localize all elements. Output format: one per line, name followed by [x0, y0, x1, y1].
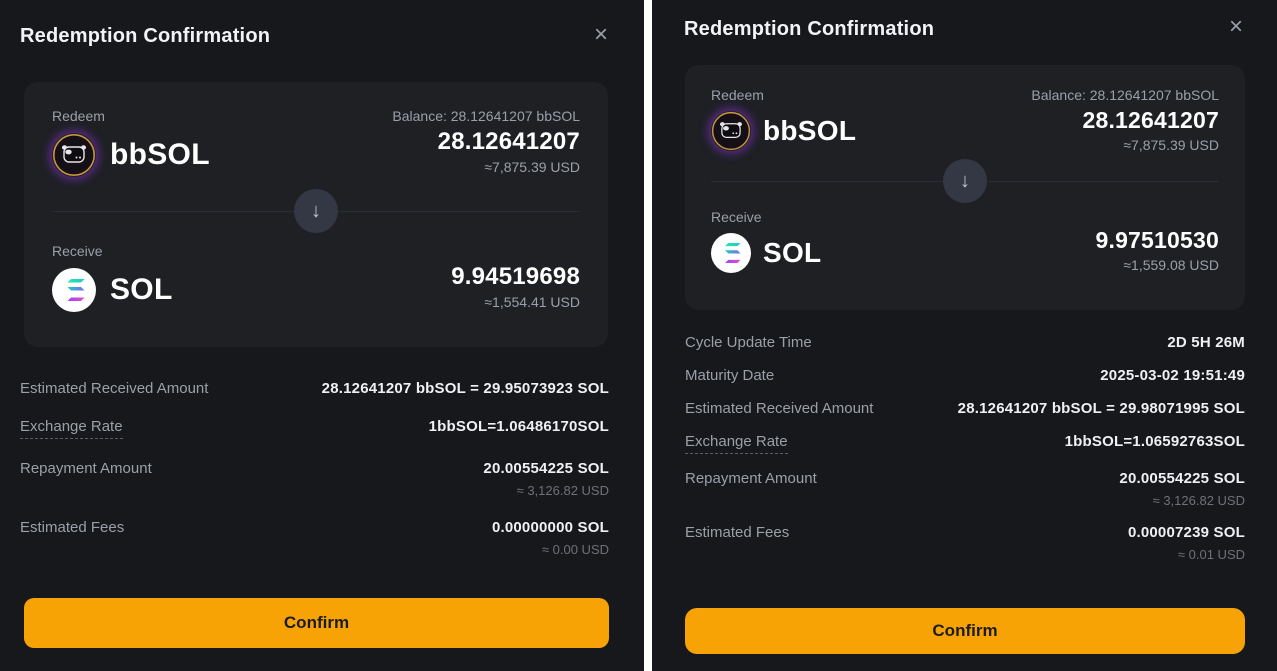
arrow-down-icon: ↓	[943, 159, 987, 203]
receive-usd: ≈1,559.08 USD	[1095, 257, 1219, 273]
redeem-section: Redeem	[711, 87, 1219, 153]
redeem-amounts: Balance: 28.12641207 bbSOL 28.12641207 ≈…	[1031, 87, 1219, 153]
exchange-rate-tooltip-label[interactable]: Exchange Rate	[685, 433, 788, 454]
receive-amounts: 9.97510530 ≈1,559.08 USD	[1095, 223, 1219, 273]
close-icon[interactable]: ×	[594, 25, 608, 45]
row-repayment-amount: Repayment Amount 20.00554225 SOL ≈ 3,126…	[685, 470, 1245, 508]
receive-usd: ≈1,554.41 USD	[451, 294, 580, 310]
receive-amount: 9.97510530	[1095, 227, 1219, 254]
receive-side: Receive SOL	[711, 209, 821, 273]
receive-side: Receive SOL	[52, 243, 173, 312]
sol-token-icon	[52, 268, 96, 312]
redemption-modal-right: Redemption Confirmation × Redeem	[652, 0, 1277, 671]
redeem-label: Redeem	[52, 108, 210, 124]
receive-token-name: SOL	[110, 273, 173, 307]
details-list: Cycle Update Time 2D 5H 26M Maturity Dat…	[685, 334, 1245, 562]
redeem-label: Redeem	[711, 87, 856, 103]
sol-token-icon	[711, 233, 751, 273]
redeem-usd: ≈7,875.39 USD	[392, 159, 580, 175]
modal-title: Redemption Confirmation	[684, 18, 934, 41]
redeem-side: Redeem	[711, 87, 856, 151]
bbsol-token-icon	[711, 111, 751, 151]
row-estimated-fees: Estimated Fees 0.00000000 SOL ≈ 0.00 USD	[20, 519, 609, 557]
swap-card: Redeem	[685, 65, 1245, 310]
receive-label: Receive	[52, 243, 173, 259]
redeem-section: Redeem	[52, 108, 580, 177]
bbsol-token-icon	[52, 133, 96, 177]
redeem-token-name: bbSOL	[110, 138, 210, 172]
balance-text: Balance: 28.12641207 bbSOL	[392, 108, 580, 124]
redeem-amount: 28.12641207	[392, 128, 580, 156]
row-estimated-received: Estimated Received Amount 28.12641207 bb…	[685, 400, 1245, 417]
modal-title: Redemption Confirmation	[20, 25, 270, 48]
redeem-token-name: bbSOL	[763, 115, 856, 147]
details-list: Estimated Received Amount 28.12641207 bb…	[20, 380, 609, 557]
row-exchange-rate: Exchange Rate 1bbSOL=1.06486170SOL	[20, 418, 609, 439]
row-estimated-received: Estimated Received Amount 28.12641207 bb…	[20, 380, 609, 397]
swap-divider: ↓	[52, 189, 580, 233]
exchange-rate-tooltip-label[interactable]: Exchange Rate	[20, 418, 123, 439]
receive-amount: 9.94519698	[451, 263, 580, 291]
redemption-modal-left: Redemption Confirmation × Redeem	[0, 0, 644, 671]
confirm-button[interactable]: Confirm	[24, 598, 609, 648]
redeem-side: Redeem	[52, 108, 210, 177]
balance-text: Balance: 28.12641207 bbSOL	[1031, 87, 1219, 103]
redeem-amounts: Balance: 28.12641207 bbSOL 28.12641207 ≈…	[392, 108, 580, 175]
row-cycle-update-time: Cycle Update Time 2D 5H 26M	[685, 334, 1245, 351]
redeem-usd: ≈7,875.39 USD	[1031, 137, 1219, 153]
row-estimated-fees: Estimated Fees 0.00007239 SOL ≈ 0.01 USD	[685, 524, 1245, 562]
row-repayment-amount: Repayment Amount 20.00554225 SOL ≈ 3,126…	[20, 460, 609, 498]
close-icon[interactable]: ×	[1229, 17, 1243, 37]
confirm-button[interactable]: Confirm	[685, 608, 1245, 654]
receive-amounts: 9.94519698 ≈1,554.41 USD	[451, 259, 580, 310]
receive-section: Receive SOL 9.	[711, 209, 1219, 273]
receive-section: Receive SOL 9.	[52, 243, 580, 312]
row-maturity-date: Maturity Date 2025-03-02 19:51:49	[685, 367, 1245, 384]
panel-divider	[644, 0, 652, 671]
redemption-comparison-page: Redemption Confirmation × Redeem	[0, 0, 1277, 671]
receive-token-name: SOL	[763, 237, 821, 269]
swap-card: Redeem	[24, 82, 608, 347]
receive-label: Receive	[711, 209, 821, 225]
row-exchange-rate: Exchange Rate 1bbSOL=1.06592763SOL	[685, 433, 1245, 454]
redeem-amount: 28.12641207	[1031, 107, 1219, 134]
arrow-down-icon: ↓	[294, 189, 338, 233]
swap-divider: ↓	[711, 159, 1219, 203]
